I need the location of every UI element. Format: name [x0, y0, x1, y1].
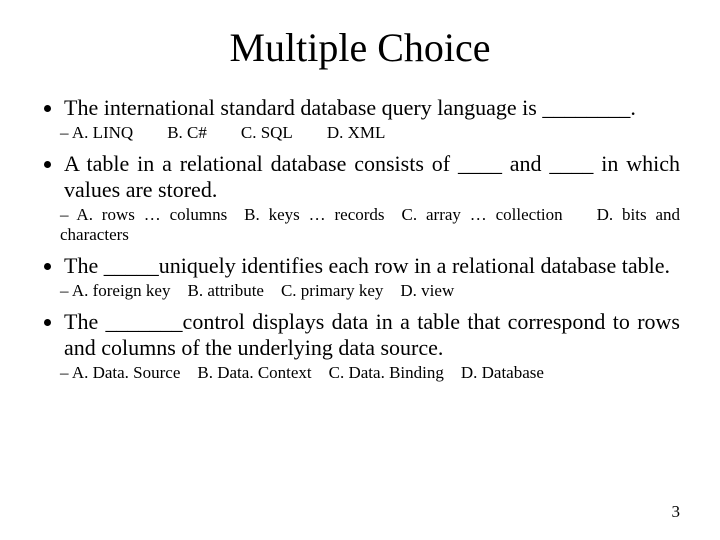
question-3: The _____uniquely identifies each row in…	[64, 253, 680, 279]
options-3: A. foreign key B. attribute C. primary k…	[40, 281, 680, 301]
options-4-line: A. Data. Source B. Data. Context C. Data…	[60, 363, 680, 383]
question-2: A table in a relational database consist…	[64, 151, 680, 203]
options-2-line: A. rows … columns B. keys … records C. a…	[60, 205, 680, 245]
slide-title: Multiple Choice	[40, 24, 680, 71]
question-4: The _______control displays data in a ta…	[64, 309, 680, 361]
question-list: A table in a relational database consist…	[40, 151, 680, 203]
options-1: A. LINQ B. C# C. SQL D. XML	[40, 123, 680, 143]
options-4: A. Data. Source B. Data. Context C. Data…	[40, 363, 680, 383]
question-list: The _______control displays data in a ta…	[40, 309, 680, 361]
question-1: The international standard database quer…	[64, 95, 680, 121]
options-1-line: A. LINQ B. C# C. SQL D. XML	[60, 123, 680, 143]
question-list: The international standard database quer…	[40, 95, 680, 121]
options-3-line: A. foreign key B. attribute C. primary k…	[60, 281, 680, 301]
slide: Multiple Choice The international standa…	[0, 0, 720, 540]
page-number: 3	[672, 502, 681, 522]
question-list: The _____uniquely identifies each row in…	[40, 253, 680, 279]
options-2: A. rows … columns B. keys … records C. a…	[40, 205, 680, 245]
